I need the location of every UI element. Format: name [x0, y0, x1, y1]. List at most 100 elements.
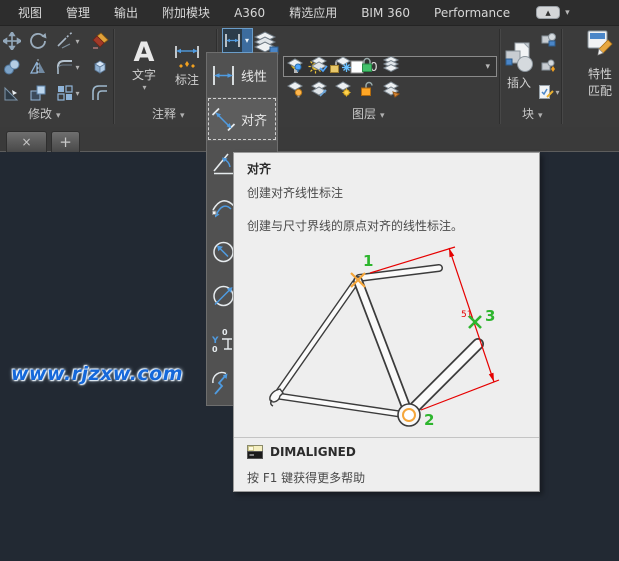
- watermark: www.rjzxw.com: [11, 363, 183, 385]
- chevron-down-icon[interactable]: ▾: [75, 63, 79, 72]
- menu-featured-apps[interactable]: 精选应用: [277, 0, 349, 26]
- chevron-down-icon[interactable]: ▾: [142, 83, 146, 92]
- text-icon: A: [134, 40, 155, 66]
- erase-icon: [91, 32, 109, 50]
- point2-label: 2: [424, 411, 434, 429]
- chevron-down-icon[interactable]: ▾: [555, 88, 559, 97]
- turn-on-layers-icon[interactable]: [286, 80, 304, 98]
- tooltip-command-name: DIMALIGNED: [270, 445, 356, 459]
- text-button[interactable]: A 文字 ▾: [126, 30, 162, 102]
- panel-annotate-label[interactable]: 注释▾: [152, 105, 185, 122]
- svg-text:0: 0: [212, 345, 218, 353]
- svg-text:0: 0: [222, 328, 228, 337]
- freeze-layer-icon[interactable]: [334, 55, 352, 73]
- tooltip-help-text: 按 F1 键获得更多帮助: [247, 469, 365, 486]
- panel-layers-label[interactable]: 图层▾: [352, 105, 385, 122]
- command-line-icon: [247, 445, 264, 459]
- erase-button[interactable]: [88, 29, 112, 53]
- layer-tools-row1: [286, 55, 400, 73]
- move-button[interactable]: [0, 29, 24, 53]
- isolate-layer-icon[interactable]: [286, 55, 304, 73]
- rotate-icon: [29, 32, 47, 50]
- offset-icon: [91, 84, 109, 102]
- scale-icon: [3, 84, 21, 102]
- chevron-down-icon[interactable]: ▾: [75, 89, 79, 98]
- edit-attribute-button[interactable]: [539, 56, 559, 76]
- menu-addins[interactable]: 附加模块: [150, 0, 222, 26]
- menu-a360[interactable]: A360: [222, 0, 277, 26]
- point3-label: 3: [485, 307, 495, 325]
- mirror-icon: [29, 58, 47, 76]
- linear-dimension-icon: [210, 62, 237, 89]
- menu-output[interactable]: 输出: [102, 0, 150, 26]
- box-3d-button[interactable]: [88, 55, 112, 79]
- new-drawing-tab[interactable]: +: [51, 131, 80, 152]
- tooltip-title: 对齐: [247, 160, 271, 177]
- create-block-button[interactable]: [539, 30, 559, 50]
- menu-manage[interactable]: 管理: [54, 0, 102, 26]
- tooltip-subtitle: 创建对齐线性标注: [247, 184, 343, 201]
- define-attributes-button[interactable]: ▾: [536, 82, 562, 102]
- change-layer-icon[interactable]: [310, 80, 328, 98]
- dimension-icon: [172, 45, 202, 71]
- copy-button[interactable]: [0, 55, 24, 79]
- menu-view[interactable]: 视图: [6, 0, 54, 26]
- panel-modify-label[interactable]: 修改▾: [28, 105, 61, 122]
- menu-performance[interactable]: Performance: [422, 0, 522, 26]
- merge-layers-icon[interactable]: [382, 55, 400, 73]
- aligned-dimension-icon: [210, 106, 237, 133]
- box-3d-icon: [91, 58, 109, 76]
- array-icon: [56, 84, 74, 102]
- stretch-button[interactable]: [26, 81, 50, 105]
- array-button[interactable]: ▾: [52, 81, 84, 105]
- mirror-button[interactable]: [26, 55, 50, 79]
- chevron-down-icon[interactable]: ▾: [565, 8, 570, 18]
- rotate-button[interactable]: [26, 29, 50, 53]
- panel-block-label[interactable]: 块▾: [522, 105, 543, 122]
- define-attributes-icon: [538, 84, 554, 100]
- ribbon: ▾ ▾: [0, 26, 619, 127]
- insert-block-icon: [504, 42, 534, 74]
- tooltip-description: 创建与尺寸界线的原点对齐的线性标注。: [247, 217, 463, 234]
- move-icon: [3, 32, 21, 50]
- tooltip-command-row: DIMALIGNED: [247, 445, 356, 459]
- stretch-icon: [29, 84, 47, 102]
- chevron-down-icon[interactable]: ▾: [485, 62, 490, 72]
- aligned-command-tooltip: 对齐 创建对齐线性标注 创建与尺寸界线的原点对齐的线性标注。: [233, 152, 540, 492]
- dimension-button[interactable]: 标注: [166, 30, 208, 102]
- linear-dimension-split-button[interactable]: ▾: [222, 28, 253, 53]
- flyout-item-linear[interactable]: 线性: [207, 53, 277, 97]
- copy-to-layer-icon[interactable]: [310, 55, 328, 73]
- create-block-icon: [541, 32, 557, 48]
- offset-button[interactable]: [88, 81, 112, 105]
- trim-button[interactable]: ▾: [52, 29, 84, 53]
- thaw-layer-icon[interactable]: [334, 80, 352, 98]
- ribbon-panel-toggle-icon: ▲: [536, 6, 560, 19]
- panel-divider: [561, 29, 563, 124]
- aligned-dimension-illustration: 51 1 2 3: [242, 239, 534, 433]
- layer-walk-icon[interactable]: [382, 80, 400, 98]
- edit-attribute-icon: [541, 58, 557, 74]
- tooltip-divider: [234, 437, 539, 438]
- drawing-tab-close[interactable]: ×: [6, 131, 47, 152]
- insert-block-button[interactable]: 插入: [502, 29, 536, 104]
- copy-icon: [3, 58, 21, 76]
- chevron-down-icon[interactable]: ▾: [75, 37, 79, 46]
- panel-divider: [113, 29, 115, 124]
- match-properties-icon: [586, 29, 614, 57]
- scale-button[interactable]: [0, 81, 24, 105]
- close-icon[interactable]: ×: [21, 135, 31, 149]
- match-properties-button[interactable]: 特性 匹配: [583, 29, 617, 121]
- trim-icon: [56, 32, 74, 50]
- plus-icon[interactable]: +: [59, 133, 72, 151]
- fillet-button[interactable]: ▾: [52, 55, 84, 79]
- unlock-layer-icon[interactable]: [358, 80, 376, 98]
- file-tab-bar: × +: [0, 127, 619, 152]
- menu-bim360[interactable]: BIM 360: [349, 0, 422, 26]
- chevron-down-icon[interactable]: ▾: [242, 29, 252, 52]
- flyout-item-aligned[interactable]: 对齐: [207, 97, 277, 141]
- ribbon-panel-toggle[interactable]: ▲ ▾: [536, 6, 570, 19]
- lock-layer-icon[interactable]: [358, 55, 376, 73]
- autocad-window: 视图 管理 输出 附加模块 A360 精选应用 BIM 360 Performa…: [0, 0, 619, 561]
- layer-tools-row2: [286, 80, 400, 98]
